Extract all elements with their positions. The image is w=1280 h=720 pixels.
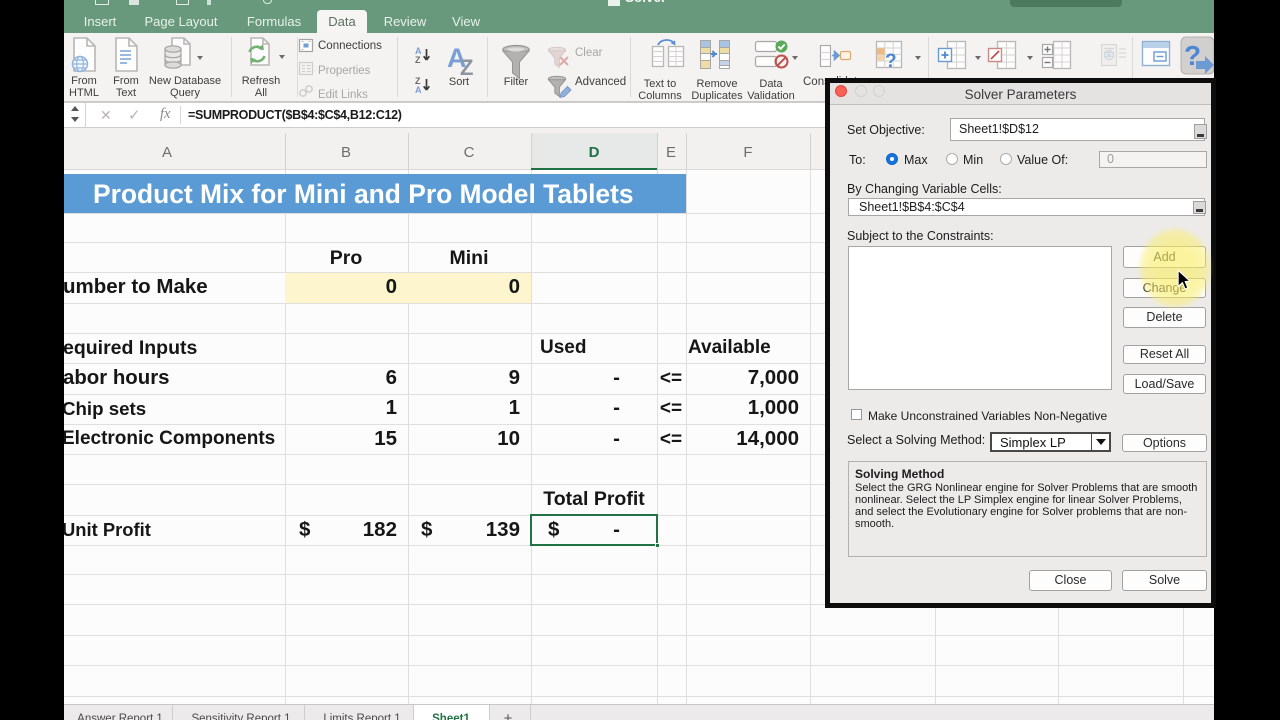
- svg-text:Z: Z: [460, 55, 473, 80]
- svg-text:Z: Z: [415, 55, 421, 65]
- svg-text:A: A: [415, 85, 422, 95]
- svg-text:?: ?: [885, 51, 897, 72]
